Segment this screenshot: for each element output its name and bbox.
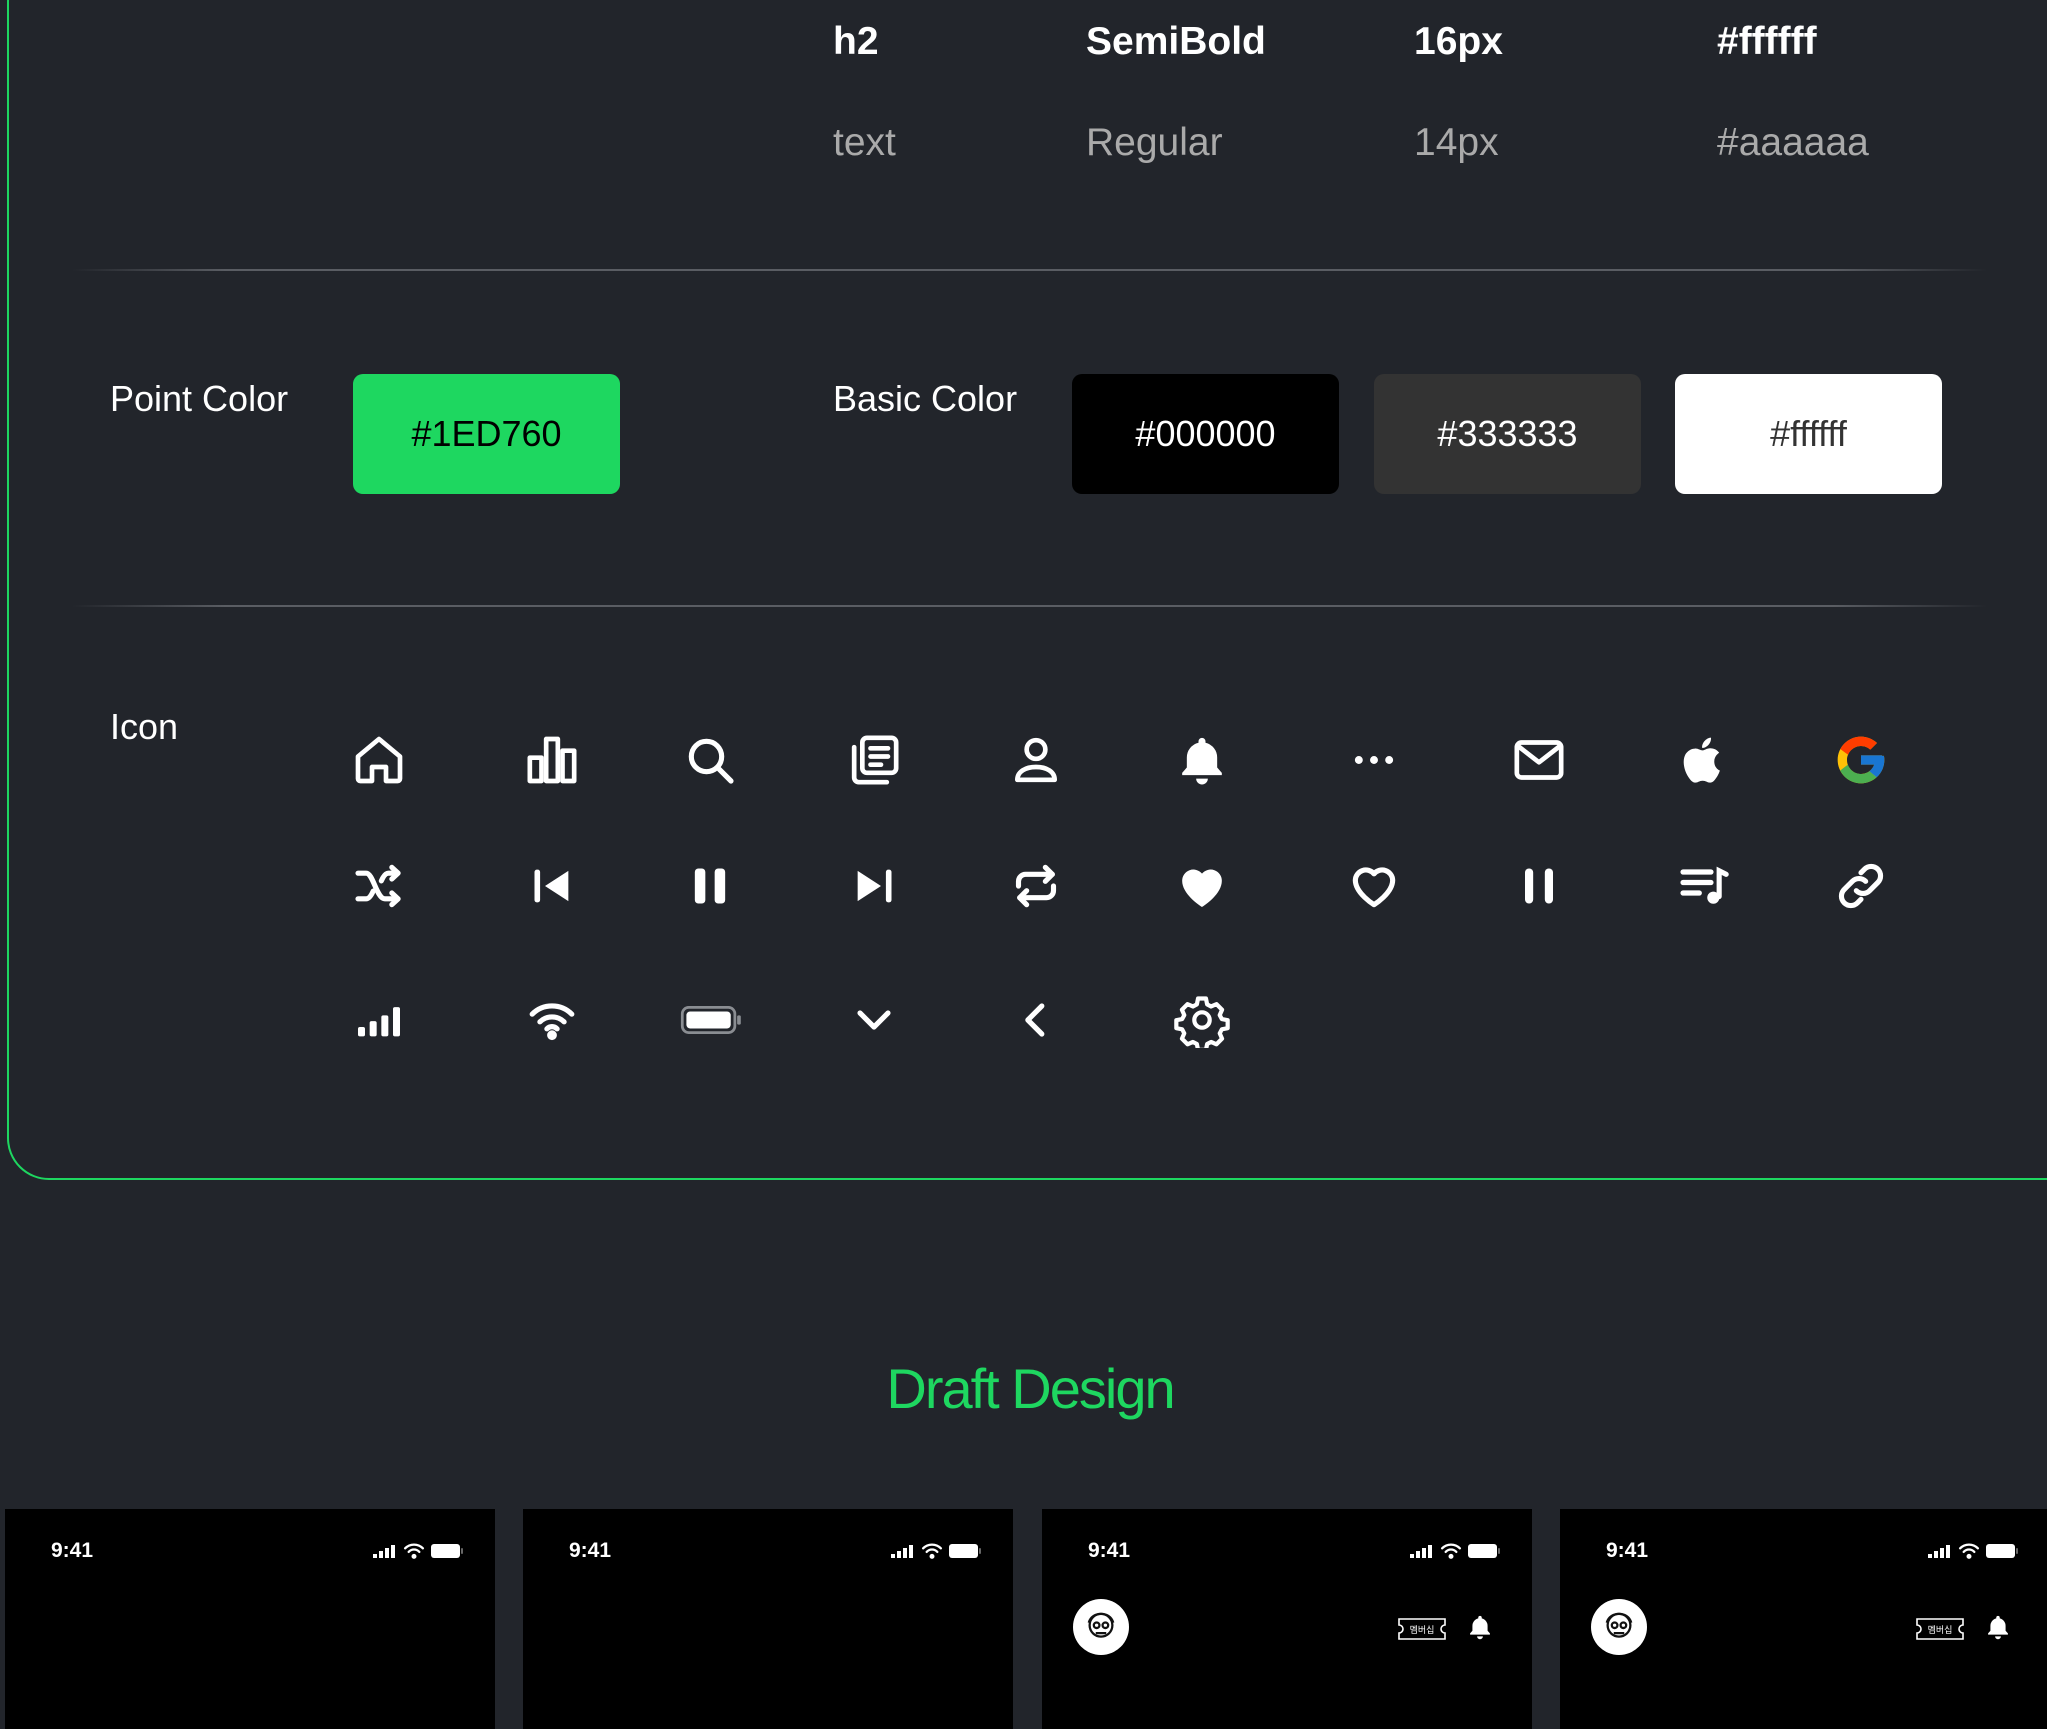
settings-icon xyxy=(1174,992,1230,1048)
svg-text:멤버십: 멤버십 xyxy=(1410,1625,1435,1636)
more-icon xyxy=(1346,732,1402,788)
membership-ticket-icon[interactable]: 멤버십 xyxy=(1397,1617,1447,1646)
user-icon xyxy=(1008,732,1064,788)
point-color-swatch: #1ED760 xyxy=(353,374,620,494)
divider xyxy=(72,269,1987,271)
basic-color-swatch-white: #ffffff xyxy=(1675,374,1942,494)
signal-icon xyxy=(1928,1545,1950,1558)
battery-icon xyxy=(680,992,744,1048)
battery-icon xyxy=(1986,1544,2018,1558)
phone-screen-1: 9:41 xyxy=(5,1509,495,1729)
typo-text-style: text xyxy=(833,121,896,164)
next-icon xyxy=(846,858,902,914)
membership-ticket-icon[interactable]: 멤버십 xyxy=(1915,1617,1965,1646)
library-icon xyxy=(846,732,902,788)
status-time: 9:41 xyxy=(1088,1539,1131,1562)
battery-icon xyxy=(1468,1544,1500,1558)
link-icon xyxy=(1833,858,1889,914)
status-icons xyxy=(1410,1543,1500,1559)
icon-label: Icon xyxy=(110,706,179,747)
typo-text-weight: Regular xyxy=(1086,121,1223,164)
divider xyxy=(72,605,1987,607)
signal-icon xyxy=(1410,1545,1432,1558)
basic-color-swatch-gray: #333333 xyxy=(1374,374,1641,494)
typo-h2-color: #ffffff xyxy=(1717,20,1817,63)
chart-icon xyxy=(524,732,580,788)
pause-thin-icon xyxy=(1511,858,1567,914)
google-icon xyxy=(1833,732,1889,788)
status-icons xyxy=(373,1543,463,1559)
wifi-icon xyxy=(1958,1543,1980,1559)
phone-screen-4: 9:41 멤버십 xyxy=(1560,1509,2047,1729)
typo-text-color: #aaaaaa xyxy=(1717,121,1869,164)
bell-icon[interactable] xyxy=(1984,1613,2012,1646)
phone-screen-2: 9:41 xyxy=(523,1509,1013,1729)
heart-outline-icon xyxy=(1346,858,1402,914)
mail-icon xyxy=(1511,732,1567,788)
status-time: 9:41 xyxy=(569,1539,612,1562)
wifi-icon xyxy=(403,1543,425,1559)
typo-h2-size: 16px xyxy=(1414,20,1503,63)
shuffle-icon xyxy=(351,858,407,914)
battery-icon xyxy=(431,1544,463,1558)
battery-icon xyxy=(949,1544,981,1558)
typo-h2-weight: SemiBold xyxy=(1086,20,1266,63)
typo-text-size: 14px xyxy=(1414,121,1499,164)
status-icons xyxy=(1928,1543,2018,1559)
status-icons xyxy=(891,1543,981,1559)
basic-color-swatch-black: #000000 xyxy=(1072,374,1339,494)
home-icon xyxy=(351,732,407,788)
basic-color-label: Basic Color xyxy=(833,378,1018,419)
wifi-icon xyxy=(921,1543,943,1559)
signal-icon xyxy=(351,992,407,1048)
chevron-down-icon xyxy=(846,992,902,1048)
pause-icon xyxy=(682,858,738,914)
wifi-icon xyxy=(524,992,580,1048)
signal-icon xyxy=(373,1545,395,1558)
status-time: 9:41 xyxy=(1606,1539,1649,1562)
avatar[interactable] xyxy=(1591,1599,1647,1655)
search-icon xyxy=(682,732,738,788)
bell-icon xyxy=(1174,732,1230,788)
draft-design-title: Draft Design xyxy=(886,1357,1175,1420)
point-color-label: Point Color xyxy=(110,378,289,419)
svg-text:멤버십: 멤버십 xyxy=(1928,1625,1953,1636)
apple-icon xyxy=(1676,732,1732,788)
typo-h2-style: h2 xyxy=(833,20,879,63)
wifi-icon xyxy=(1440,1543,1462,1559)
playlist-icon xyxy=(1676,858,1732,914)
chevron-left-icon xyxy=(1008,992,1064,1048)
status-time: 9:41 xyxy=(51,1539,94,1562)
repeat-icon xyxy=(1008,858,1064,914)
heart-filled-icon xyxy=(1174,858,1230,914)
phone-screen-3: 9:41 멤버십 xyxy=(1042,1509,1532,1729)
previous-icon xyxy=(524,858,580,914)
signal-icon xyxy=(891,1545,913,1558)
avatar[interactable] xyxy=(1073,1599,1129,1655)
bell-icon[interactable] xyxy=(1466,1613,1494,1646)
